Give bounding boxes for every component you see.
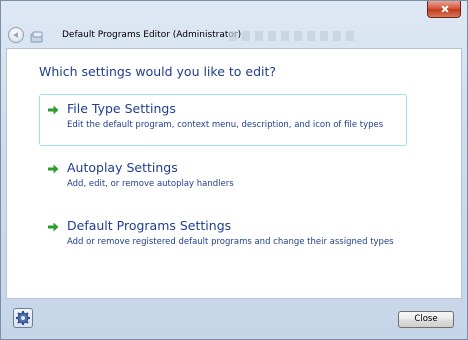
option-description: Add, edit, or remove autoplay handlers: [67, 179, 234, 189]
window-close-button[interactable]: [427, 1, 461, 18]
option-autoplay-settings[interactable]: Autoplay Settings Add, edit, or remove a…: [39, 153, 407, 205]
app-window: Default Programs Editor (Administrator) …: [0, 0, 468, 340]
main-panel: Which settings would you like to edit? F…: [6, 48, 462, 299]
window-title: Default Programs Editor (Administrator): [62, 30, 242, 40]
app-icon: [30, 29, 44, 43]
title-bar: Default Programs Editor (Administrator): [1, 1, 467, 45]
green-arrow-icon: [48, 105, 59, 115]
option-title: Autoplay Settings: [67, 160, 178, 175]
title-bar-decoration: [229, 31, 359, 41]
option-description: Add or remove registered default program…: [67, 237, 394, 247]
green-arrow-icon: [48, 222, 59, 232]
option-title: File Type Settings: [67, 101, 176, 116]
option-default-programs-settings[interactable]: Default Programs Settings Add or remove …: [39, 211, 407, 263]
back-button[interactable]: [8, 27, 24, 43]
option-title: Default Programs Settings: [67, 218, 232, 233]
option-file-type-settings[interactable]: File Type Settings Edit the default prog…: [39, 94, 407, 146]
settings-button[interactable]: [13, 308, 33, 328]
option-description: Edit the default program, context menu, …: [67, 120, 384, 130]
gear-icon: [16, 311, 30, 325]
page-heading: Which settings would you like to edit?: [39, 64, 277, 79]
close-button[interactable]: Close: [398, 311, 454, 328]
footer-bar: Close: [1, 299, 467, 339]
green-arrow-icon: [48, 164, 59, 174]
